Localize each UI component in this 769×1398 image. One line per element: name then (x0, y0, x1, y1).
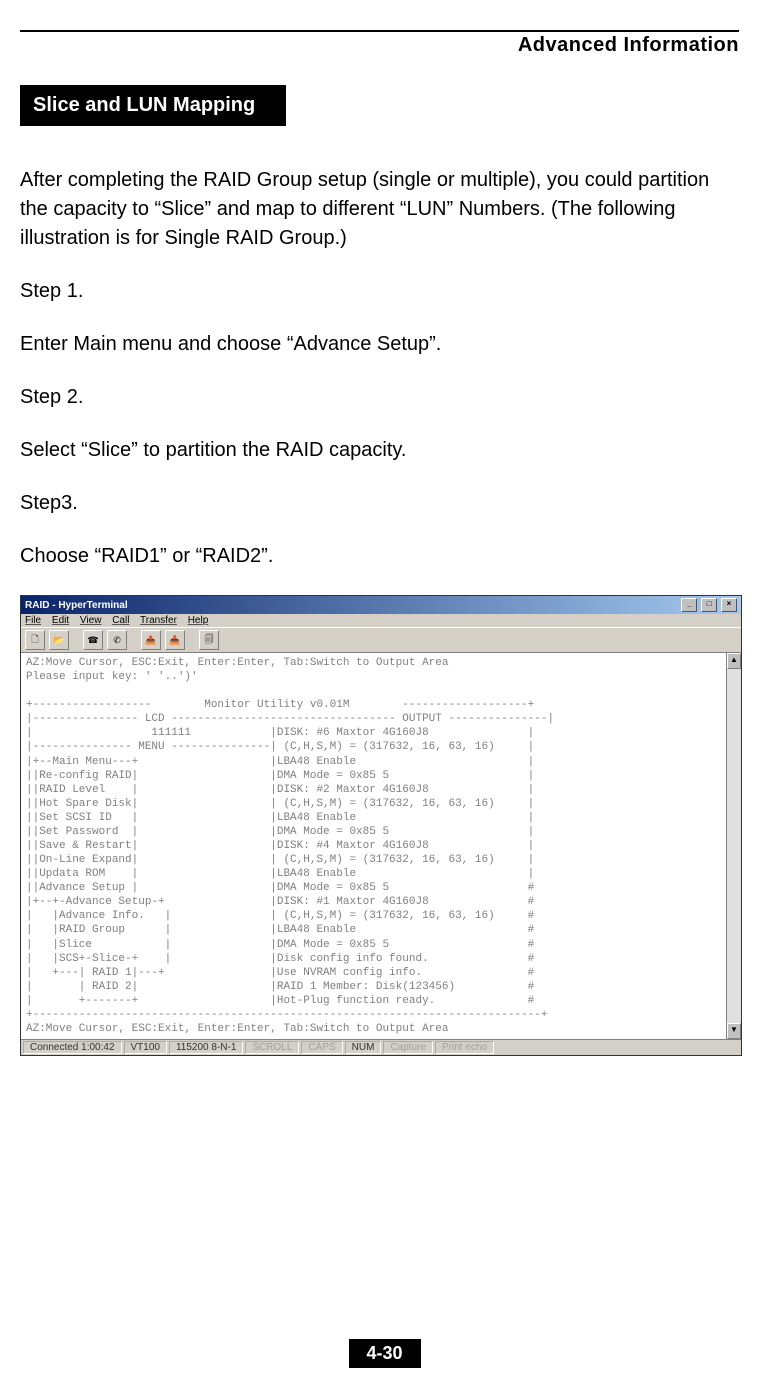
tool-open-icon[interactable]: 📂 (49, 630, 69, 650)
menu-help[interactable]: Help (188, 615, 209, 626)
step3-label: Step3. (20, 489, 739, 518)
terminal-output[interactable]: AZ:Move Cursor, ESC:Exit, Enter:Enter, T… (21, 653, 726, 1039)
page: Advanced Information Slice and LUN Mappi… (0, 0, 769, 1398)
step1-text: Enter Main menu and choose “Advance Setu… (20, 330, 739, 359)
status-printecho: Print echo (435, 1041, 494, 1054)
page-number: 4-30 (348, 1339, 420, 1368)
step2-label: Step 2. (20, 383, 739, 412)
tool-send-icon[interactable]: 📤 (141, 630, 161, 650)
menubar: File Edit View Call Transfer Help (21, 614, 741, 627)
maximize-button[interactable]: □ (701, 598, 717, 612)
minimize-button[interactable]: _ (681, 598, 697, 612)
step1-label: Step 1. (20, 277, 739, 306)
window-titlebar[interactable]: RAID - HyperTerminal _ □ × (21, 596, 741, 614)
section-title-box: Slice and LUN Mapping (20, 85, 286, 126)
status-connected: Connected 1:00:42 (23, 1041, 122, 1054)
vertical-scrollbar[interactable]: ▲ ▼ (726, 653, 741, 1039)
window-controls: _ □ × (680, 598, 737, 612)
menu-transfer[interactable]: Transfer (140, 615, 177, 626)
menu-file[interactable]: File (25, 615, 41, 626)
intro-paragraph: After completing the RAID Group setup (s… (20, 166, 739, 253)
tool-properties-icon[interactable]: 🗐 (199, 630, 219, 650)
header-rule (20, 30, 739, 32)
menu-call[interactable]: Call (112, 615, 129, 626)
scroll-up-icon[interactable]: ▲ (727, 653, 741, 669)
status-capture: Capture (383, 1041, 433, 1054)
status-scroll: SCROLL (245, 1041, 299, 1054)
hyperterminal-window: RAID - HyperTerminal _ □ × File Edit Vie… (20, 595, 742, 1056)
status-emulation: VT100 (124, 1041, 167, 1054)
status-caps: CAPS (301, 1041, 342, 1054)
step3-text: Choose “RAID1” or “RAID2”. (20, 542, 739, 571)
status-num: NUM (345, 1041, 382, 1054)
menu-view[interactable]: View (80, 615, 102, 626)
tool-new-icon[interactable]: 🗋 (25, 630, 45, 650)
tool-receive-icon[interactable]: 📥 (165, 630, 185, 650)
window-title: RAID - HyperTerminal (25, 600, 128, 611)
menu-edit[interactable]: Edit (52, 615, 69, 626)
scroll-track[interactable] (727, 669, 741, 1023)
statusbar: Connected 1:00:42 VT100 115200 8-N-1 SCR… (21, 1039, 741, 1055)
close-button[interactable]: × (721, 598, 737, 612)
scroll-down-icon[interactable]: ▼ (727, 1023, 741, 1039)
tool-connect-icon[interactable]: ☎ (83, 630, 103, 650)
terminal-body: AZ:Move Cursor, ESC:Exit, Enter:Enter, T… (21, 653, 741, 1039)
tool-disconnect-icon[interactable]: ✆ (107, 630, 127, 650)
body-text: After completing the RAID Group setup (s… (20, 166, 739, 571)
status-settings: 115200 8-N-1 (169, 1041, 243, 1054)
toolbar: 🗋 📂 ☎ ✆ 📤 📥 🗐 (21, 627, 741, 653)
page-header: Advanced Information (20, 34, 739, 57)
step2-text: Select “Slice” to partition the RAID cap… (20, 436, 739, 465)
